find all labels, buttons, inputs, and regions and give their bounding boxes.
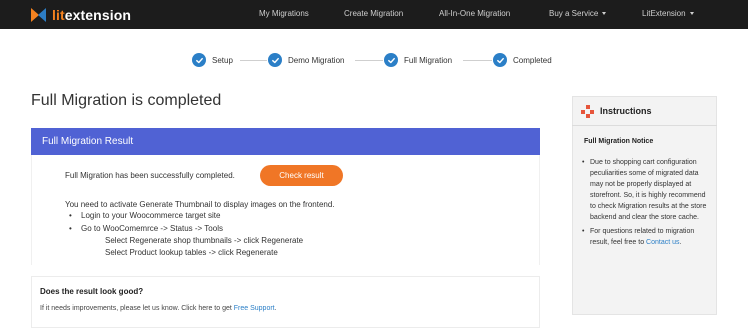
step-label: Setup bbox=[212, 55, 233, 65]
step-full-migration: Full Migration bbox=[384, 53, 452, 67]
step-label: Demo Migration bbox=[288, 55, 345, 65]
top-navbar: litextension My Migrations Create Migrat… bbox=[0, 0, 748, 29]
litextension-logo[interactable]: litextension bbox=[31, 5, 131, 24]
step-demo-migration: Demo Migration bbox=[268, 53, 344, 67]
nav-all-in-one-migration[interactable]: All-In-One Migration bbox=[439, 9, 510, 18]
chevron-down-icon bbox=[689, 12, 694, 16]
result-header: Full Migration Result bbox=[31, 128, 540, 155]
logo-text: litextension bbox=[52, 6, 132, 23]
list-item: Go to WooComemrce -> Status -> Tools bbox=[69, 224, 223, 233]
page-title: Full Migration is completed bbox=[31, 92, 222, 109]
litextension-logo-icon bbox=[31, 6, 48, 23]
feedback-title: Does the result look good? bbox=[40, 287, 144, 296]
free-support-link[interactable]: Free Support bbox=[234, 305, 275, 312]
check-icon bbox=[192, 53, 206, 67]
nav-buy-a-service-label: Buy a Service bbox=[549, 9, 599, 18]
sub-step: Select Regenerate shop thumbnails -> cli… bbox=[105, 236, 304, 245]
list-item-end: . bbox=[679, 238, 682, 246]
feedback-box bbox=[31, 276, 540, 328]
list-item-text: Login to your Woocommerce target site bbox=[81, 211, 221, 220]
contact-us-link[interactable]: Contact us bbox=[646, 239, 679, 246]
step-setup: Setup bbox=[192, 53, 233, 67]
instructions-title: Instructions bbox=[600, 106, 652, 116]
step-connector bbox=[355, 60, 383, 61]
list-item: Due to shopping cart configuration pecul… bbox=[582, 157, 712, 224]
puzzle-icon bbox=[581, 105, 594, 118]
nav-create-migration[interactable]: Create Migration bbox=[344, 9, 403, 18]
step-label: Full Migration bbox=[404, 55, 453, 65]
sub-step: Select Product lookup tables -> click Re… bbox=[105, 248, 278, 257]
success-message: Full Migration has been successfully com… bbox=[65, 171, 235, 180]
nav-my-migrations[interactable]: My Migrations bbox=[259, 9, 309, 18]
list-item-text: Go to WooComemrce -> Status -> Tools bbox=[81, 224, 223, 233]
notice-title: Full Migration Notice bbox=[584, 138, 654, 145]
nav-litextension-label: LitExtension bbox=[642, 9, 686, 18]
feedback-text-end: . bbox=[274, 305, 277, 312]
check-icon bbox=[268, 53, 282, 67]
nav-buy-a-service[interactable]: Buy a Service bbox=[549, 9, 607, 18]
list-item: Login to your Woocommerce target site bbox=[69, 211, 220, 220]
feedback-text: If it needs improvements, please let us … bbox=[40, 305, 277, 312]
list-item-text: Due to shopping cart configuration pecul… bbox=[590, 159, 707, 222]
instructions-list: Due to shopping cart configuration pecul… bbox=[582, 157, 712, 250]
thumbnail-note: You need to activate Generate Thumbnail … bbox=[65, 200, 335, 209]
nav-litextension-menu[interactable]: LitExtension bbox=[642, 9, 694, 18]
step-connector bbox=[240, 60, 267, 61]
check-result-button[interactable]: Check result bbox=[260, 165, 343, 186]
step-completed: Completed bbox=[493, 53, 552, 67]
step-connector bbox=[463, 60, 492, 61]
step-label: Completed bbox=[513, 55, 552, 65]
chevron-down-icon bbox=[602, 12, 607, 16]
list-item: For questions related to migration resul… bbox=[582, 226, 712, 248]
feedback-text-body: If it needs improvements, please let us … bbox=[40, 305, 234, 312]
check-icon bbox=[384, 53, 398, 67]
check-icon bbox=[493, 53, 507, 67]
